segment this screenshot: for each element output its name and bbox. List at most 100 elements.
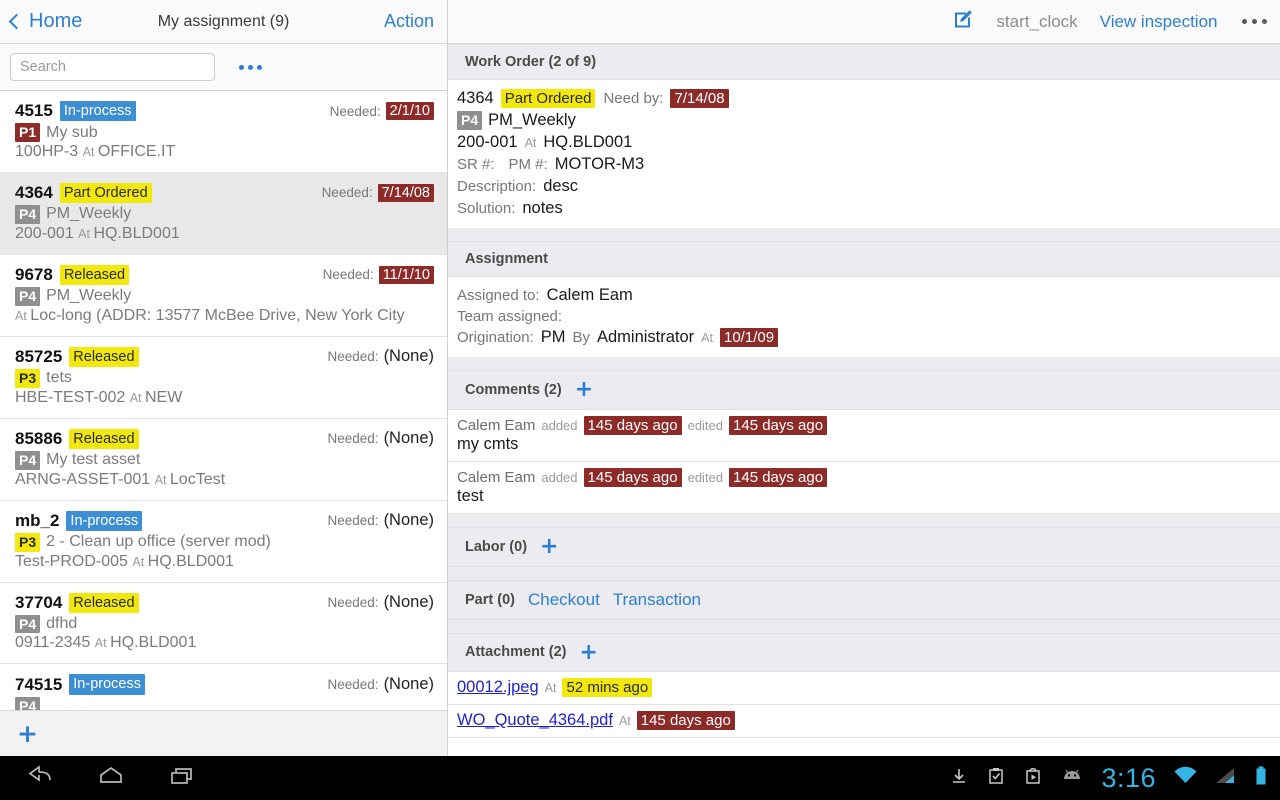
attachment-row[interactable]: WO_Quote_4364.pdf At 145 days ago [448, 705, 1280, 739]
at-label: At [82, 144, 98, 159]
list-item-status-badge: Released [69, 592, 139, 613]
attachment-link[interactable]: 00012.jpeg [457, 678, 539, 697]
action-button[interactable]: Action [384, 11, 434, 32]
wo-id: 4364 [457, 89, 494, 107]
status-icons: 3:16 [949, 763, 1280, 794]
work-order-list-item[interactable]: 85886 Released Needed: (None) P4 My test asse… [0, 418, 447, 501]
list-item-asset-row: At Loc-long (ADDR: 13577 McBee Drive, Ne… [15, 307, 434, 325]
list-item-header: 74515 In-process Needed: (None) [15, 674, 434, 695]
home-icon[interactable] [96, 765, 126, 792]
work-order-list-item[interactable]: mb_2 In-process Needed: (None) P3 2 - Clean u… [0, 500, 447, 583]
list-item-subject: PM_Weekly [46, 205, 132, 223]
list-item-subject-row: P4 PM_Weekly [15, 286, 434, 306]
wo-subject: PM_Weekly [488, 111, 576, 129]
list-item-asset-row: HBE-TEST-002 At NEW [15, 389, 434, 407]
wo-description-value: desc [543, 177, 579, 195]
download-icon [949, 766, 969, 791]
work-order-list-item[interactable]: 37704 Released Needed: (None) P4 dfhd 0911-234… [0, 582, 447, 665]
list-item-priority-badge: P3 [15, 532, 41, 552]
work-order-list-item[interactable]: 4364 Part Ordered Needed: 7/14/08 P4 PM_Weekl… [0, 172, 447, 255]
more-options-icon[interactable] [1241, 18, 1267, 25]
needed-label: Needed: [327, 431, 379, 447]
labor-section-header: Labor (0) + [448, 526, 1280, 567]
origination-value: PM [540, 328, 566, 346]
comments-section-header: Comments (2) + [448, 370, 1280, 410]
list-options-icon[interactable] [239, 64, 262, 70]
list-item-needed: Needed: (None) [328, 675, 434, 694]
origination-at-label: At [701, 331, 713, 345]
edit-square-icon[interactable] [952, 8, 974, 35]
list-item-location: HQ.BLD001 [93, 224, 180, 242]
needed-value: (None) [383, 429, 434, 448]
add-attachment-button[interactable]: + [580, 641, 598, 663]
list-item-asset-row: ARNG-ASSET-001 At LocTest [15, 471, 434, 489]
assigned-to-value: Calem Eam [546, 286, 633, 304]
list-item-needed: Needed: 7/14/08 [321, 183, 434, 202]
battery-icon [1254, 765, 1268, 792]
add-labor-button[interactable]: + [540, 535, 558, 557]
start-clock-button[interactable]: start_clock [996, 12, 1077, 32]
list-item-header: 4364 Part Ordered Needed: 7/14/08 [15, 182, 434, 204]
comment-row[interactable]: Calem Eam added 145 days ago edited 145 days… [448, 462, 1280, 514]
list-item-id: 85886 [15, 428, 63, 448]
list-item-asset: 0911-2345 [15, 634, 95, 652]
list-item-needed: Needed: 2/1/10 [330, 102, 434, 121]
list-item-subject-row: P1 My sub [15, 123, 434, 142]
list-item-id: 9678 [15, 264, 53, 284]
comment-row[interactable]: Calem Eam added 145 days ago edited 145 days… [448, 410, 1280, 462]
list-item-subject: PM_Weekly [46, 287, 132, 305]
list-item-header: 85886 Released Needed: (None) [15, 428, 434, 449]
list-item-subject-row: P4 My test asset [15, 450, 434, 470]
view-inspection-button[interactable]: View inspection [1100, 12, 1218, 32]
needed-label: Needed: [327, 595, 379, 611]
wo-location: HQ.BLD001 [543, 133, 633, 151]
part-checkout-link[interactable]: Checkout [528, 590, 600, 610]
section-spacer [448, 513, 1280, 527]
comment-meta: Calem Eam added 145 days ago edited 145 days… [457, 467, 1263, 487]
comment-meta: Calem Eam added 145 days ago edited 145 days… [457, 415, 1263, 435]
part-section-title: Part (0) [465, 591, 515, 608]
wo-priority-row: P4 PM_Weekly [457, 111, 1263, 130]
signal-icon [1215, 766, 1237, 791]
list-item-status-badge: In-process [59, 101, 136, 122]
work-order-list-item[interactable]: 85725 Released Needed: (None) P3 tets HBE-TEST… [0, 336, 447, 419]
android-icon [1060, 768, 1084, 789]
attachment-section-header: Attachment (2) + [448, 632, 1280, 673]
add-work-order-button[interactable]: + [17, 721, 38, 746]
wo-identity-row: 4364 Part Ordered Need by: 7/14/08 [457, 89, 1263, 108]
list-item-priority-badge: P1 [15, 123, 41, 142]
list-item-location: Loc-long (ADDR: 13577 McBee Drive, New Y… [30, 306, 405, 324]
recents-icon[interactable] [167, 765, 197, 792]
needed-value: (None) [383, 511, 434, 530]
chevron-left-icon [8, 13, 25, 30]
list-item-subject: tets [46, 369, 72, 387]
section-spacer [448, 228, 1280, 241]
needed-label: Needed: [321, 185, 373, 201]
comment-text: test [457, 486, 484, 505]
list-item-asset: HBE-TEST-002 [15, 388, 130, 406]
back-icon[interactable] [25, 764, 55, 792]
list-item-priority-badge: P4 [15, 286, 41, 306]
needed-label: Needed: [322, 267, 374, 283]
attachment-link[interactable]: WO_Quote_4364.pdf [457, 711, 613, 730]
search-input[interactable] [10, 53, 215, 81]
list-item-location: NEW [145, 388, 183, 406]
list-item-subject-row: P3 tets [15, 368, 434, 388]
work-order-list-item[interactable]: 9678 Released Needed: 11/1/10 P4 PM_Weekly At … [0, 254, 447, 337]
wo-asset-row: 200-001 At HQ.BLD001 [457, 133, 1263, 152]
attachment-row[interactable]: 00012.jpeg At 52 mins ago [448, 672, 1280, 706]
work-order-list-item[interactable]: 4515 In-process Needed: 2/1/10 P1 My sub 100HP… [0, 91, 447, 173]
wo-status-badge: Part Ordered [500, 89, 596, 108]
list-item-location: HQ.BLD001 [110, 634, 197, 652]
list-item-asset-row: 200-001 At HQ.BLD001 [15, 225, 434, 243]
list-footer: + [0, 710, 447, 756]
part-transaction-link[interactable]: Transaction [613, 590, 701, 610]
at-label: At [132, 554, 148, 569]
at-label: At [618, 713, 631, 728]
list-item-id: 37704 [15, 592, 63, 612]
clock-time: 3:16 [1101, 762, 1156, 793]
back-to-home-button[interactable]: Home [0, 10, 82, 33]
needed-value: (None) [383, 675, 434, 694]
add-comment-button[interactable]: + [575, 379, 593, 401]
list-item-id: 74515 [15, 674, 63, 694]
